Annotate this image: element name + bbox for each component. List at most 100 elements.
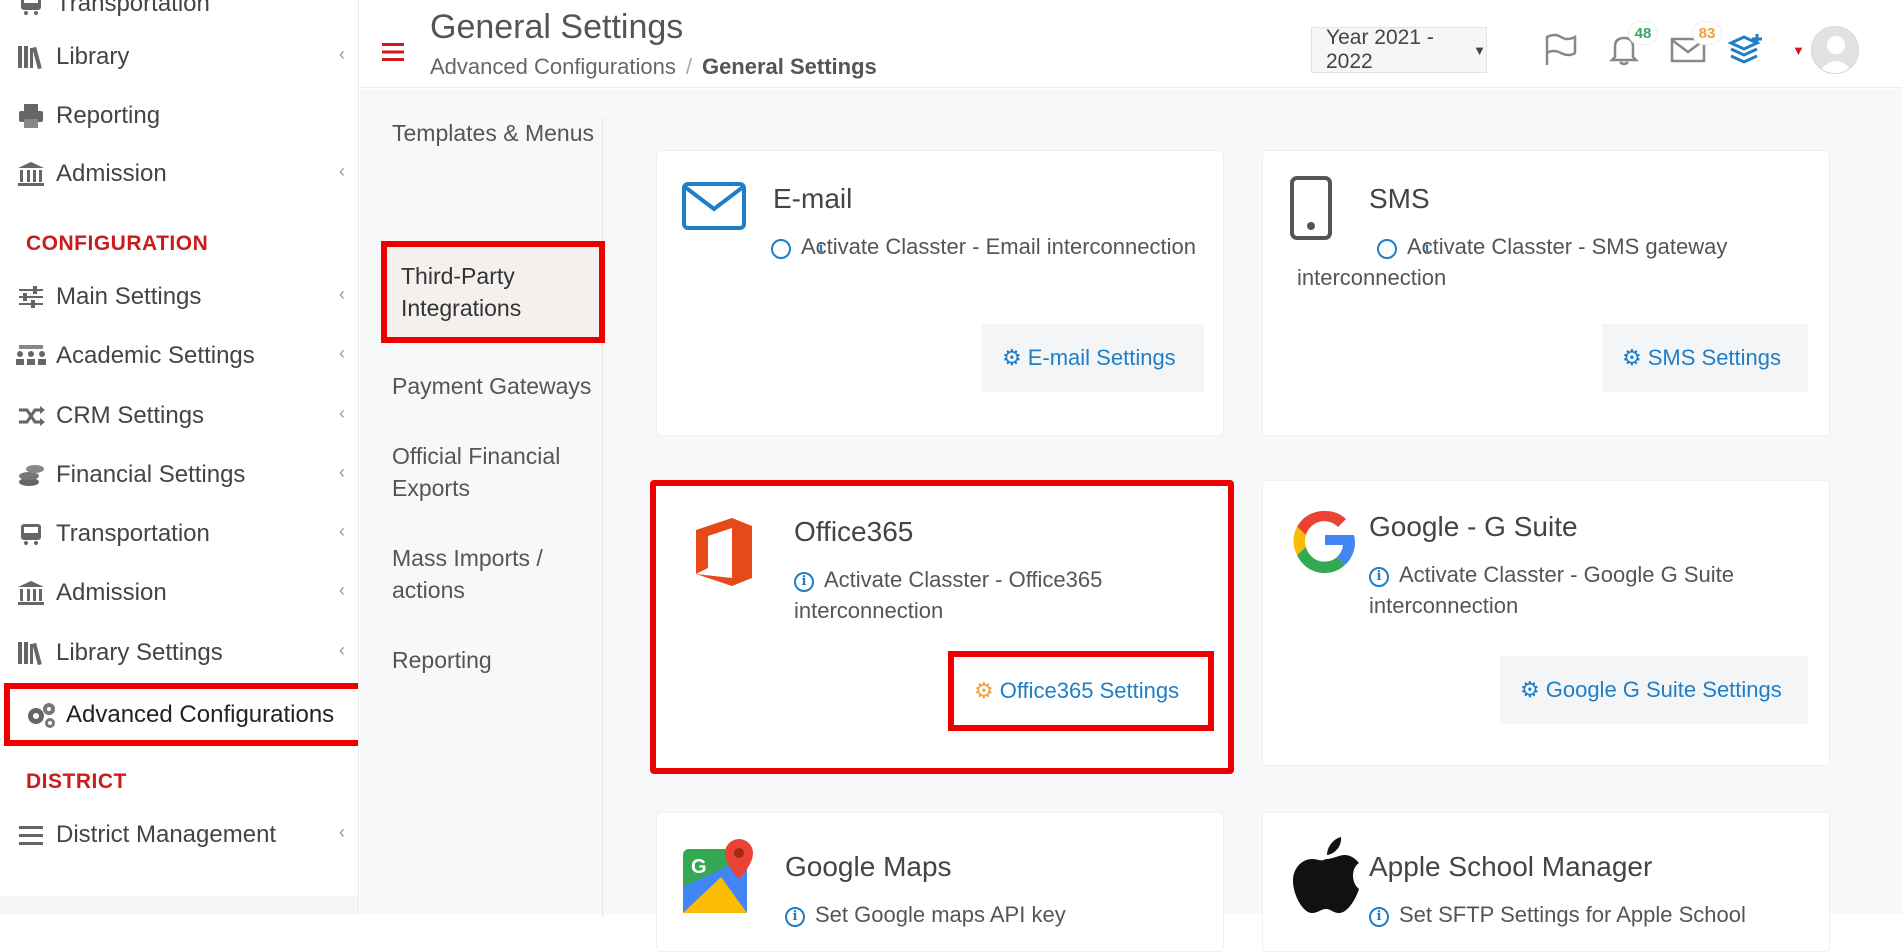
printer-icon bbox=[14, 101, 48, 131]
sidebar-item-academic-settings[interactable]: Academic Settings ‹ bbox=[0, 330, 358, 382]
button-label: E-mail Settings bbox=[1027, 345, 1176, 370]
sidebar: Transportation Library ‹ Reporting Admis… bbox=[0, 0, 359, 914]
office365-logo-icon bbox=[692, 516, 756, 593]
card-title: Google - G Suite bbox=[1369, 511, 1578, 542]
library-icon bbox=[14, 42, 48, 72]
apple-logo-icon bbox=[1293, 837, 1359, 920]
sidebar-item-label: Transportation bbox=[56, 0, 210, 17]
button-label: Office365 Settings bbox=[999, 678, 1180, 703]
card-description: iActivate Classter - SMS gateway interco… bbox=[1297, 231, 1817, 293]
sidebar-item-crm-settings[interactable]: CRM Settings ‹ bbox=[0, 390, 358, 442]
sidebar-item-district-management[interactable]: District Management ‹ bbox=[0, 809, 358, 861]
breadcrumb: Advanced Configurations / General Settin… bbox=[430, 54, 877, 80]
subnav-reporting[interactable]: Reporting bbox=[392, 644, 602, 676]
sidebar-item-label: Financial Settings bbox=[56, 461, 246, 488]
messages-badge: 83 bbox=[1692, 21, 1722, 45]
card-apple-school-manager: Apple School Manager i Set SFTP Settings … bbox=[1262, 812, 1830, 952]
sidebar-item-label: CRM Settings bbox=[56, 402, 205, 429]
card-sms: SMS iActivate Classter - SMS gateway int… bbox=[1262, 150, 1830, 436]
email-settings-button[interactable]: ⚙ E-mail Settings bbox=[982, 324, 1204, 392]
sidebar-item-reporting[interactable]: Reporting bbox=[0, 90, 358, 142]
flag-icon[interactable] bbox=[1541, 30, 1581, 70]
envelope-icon[interactable]: 83 bbox=[1668, 21, 1722, 70]
sidebar-item-library[interactable]: Library ‹ bbox=[0, 31, 358, 83]
breadcrumb-current: General Settings bbox=[701, 54, 877, 79]
hamburger-menu-icon[interactable] bbox=[382, 38, 404, 69]
info-icon: i bbox=[1377, 238, 1429, 259]
card-description-text: Activate Classter - Office365 interconne… bbox=[794, 567, 1103, 623]
card-description: iActivate Classter - Email interconnecti… bbox=[691, 231, 1211, 262]
chevron-left-icon: ‹ bbox=[339, 580, 345, 600]
bell-icon[interactable]: 48 bbox=[1604, 21, 1658, 70]
chevron-left-icon: ‹ bbox=[339, 822, 345, 842]
year-select[interactable]: Year 2021 - 2022 ▼ bbox=[1311, 26, 1487, 73]
card-google-gsuite: Google - G Suite i Activate Classter - Go… bbox=[1262, 480, 1830, 766]
coins-icon bbox=[14, 460, 48, 490]
info-icon: i bbox=[1369, 906, 1389, 927]
sidebar-item-admission[interactable]: Admission ‹ bbox=[0, 148, 358, 200]
sidebar-item-transportation[interactable]: Transportation ‹ bbox=[0, 508, 358, 560]
chevron-left-icon: ‹ bbox=[339, 521, 345, 541]
card-description-text: Set SFTP Settings for Apple School bbox=[1399, 902, 1746, 927]
gears-icon: ⚙ bbox=[1520, 677, 1540, 702]
sidebar-footer bbox=[0, 896, 358, 914]
info-icon: i bbox=[1369, 566, 1389, 587]
info-icon: i bbox=[794, 571, 814, 592]
sidebar-item-advanced-configurations[interactable]: Advanced Configurations bbox=[4, 683, 358, 746]
button-label: Google G Suite Settings bbox=[1545, 677, 1782, 702]
sidebar-item-label: Advanced Configurations bbox=[66, 700, 335, 728]
sidebar-item-label: Transportation bbox=[56, 520, 210, 547]
sidebar-item-financial-settings[interactable]: Financial Settings ‹ bbox=[0, 449, 358, 501]
breadcrumb-link-advanced-configurations[interactable]: Advanced Configurations bbox=[430, 54, 676, 80]
sidebar-item-label: Library Settings bbox=[56, 639, 223, 666]
google-maps-icon: G bbox=[681, 837, 759, 920]
section-configuration: CONFIGURATION bbox=[26, 232, 209, 255]
avatar[interactable] bbox=[1811, 26, 1859, 74]
shuffle-icon bbox=[14, 401, 48, 431]
year-select-value: Year 2021 - 2022 bbox=[1326, 26, 1434, 73]
info-icon: i bbox=[785, 906, 805, 927]
chevron-left-icon: ‹ bbox=[339, 284, 345, 304]
card-email: E-mail iActivate Classter - Email interc… bbox=[656, 150, 1224, 436]
bus-icon bbox=[14, 519, 48, 549]
card-title: Google Maps bbox=[785, 851, 952, 882]
chevron-left-icon: ‹ bbox=[339, 403, 345, 423]
chevron-left-icon: ‹ bbox=[339, 640, 345, 660]
subnav-payment-gateways[interactable]: Payment Gateways bbox=[392, 370, 602, 402]
sidebar-item-admission-settings[interactable]: Admission ‹ bbox=[0, 567, 358, 619]
section-district: DISTRICT bbox=[26, 770, 127, 793]
classroom-icon bbox=[14, 341, 48, 371]
sidebar-item-label: Main Settings bbox=[56, 283, 202, 310]
card-title: E-mail bbox=[773, 183, 853, 214]
library-icon bbox=[14, 638, 48, 668]
subnav-templates-menus[interactable]: Templates & Menus bbox=[392, 117, 602, 149]
subnav-official-financial-exports[interactable]: Official Financial Exports bbox=[392, 440, 602, 504]
gears-icon bbox=[24, 700, 58, 730]
layers-add-icon[interactable] bbox=[1726, 30, 1766, 70]
notifications-badge: 48 bbox=[1628, 21, 1658, 45]
card-google-maps: G Google Maps i Set Google maps API key bbox=[656, 812, 1224, 952]
sidebar-item-label: Admission bbox=[56, 579, 167, 606]
subnav-mass-imports[interactable]: Mass Imports / actions bbox=[392, 542, 602, 606]
sidebar-item-library-settings[interactable]: Library Settings ‹ bbox=[0, 627, 358, 679]
page-title: General Settings bbox=[430, 8, 684, 46]
card-description: i Set Google maps API key bbox=[785, 899, 1205, 930]
caret-down-icon: ▼ bbox=[1473, 42, 1486, 58]
sidebar-item-label: Library bbox=[56, 43, 130, 70]
sidebar-item-transportation-top[interactable]: Transportation bbox=[0, 0, 358, 30]
sidebar-item-main-settings[interactable]: Main Settings ‹ bbox=[0, 271, 358, 323]
bus-icon bbox=[14, 0, 48, 19]
info-icon: i bbox=[771, 238, 823, 259]
office365-settings-button[interactable]: ⚙ Office365 Settings bbox=[948, 651, 1214, 731]
card-description: i Activate Classter - Office365 interconn… bbox=[794, 564, 1214, 626]
subnav-third-party-integrations[interactable]: Third-Party Integrations bbox=[381, 241, 605, 343]
user-caret-down-icon[interactable]: ▼ bbox=[1792, 43, 1805, 58]
sms-settings-button[interactable]: ⚙ SMS Settings bbox=[1602, 324, 1808, 392]
card-description-text: Activate Classter - Google G Suite inter… bbox=[1369, 562, 1735, 618]
card-title: Apple School Manager bbox=[1369, 851, 1653, 882]
google-gsuite-settings-button[interactable]: ⚙ Google G Suite Settings bbox=[1500, 656, 1808, 724]
card-description: i Set SFTP Settings for Apple School bbox=[1369, 899, 1809, 930]
subnav-label: Third-Party Integrations bbox=[401, 263, 522, 321]
sidebar-item-label: Admission bbox=[56, 160, 167, 187]
google-logo-icon bbox=[1289, 505, 1361, 582]
